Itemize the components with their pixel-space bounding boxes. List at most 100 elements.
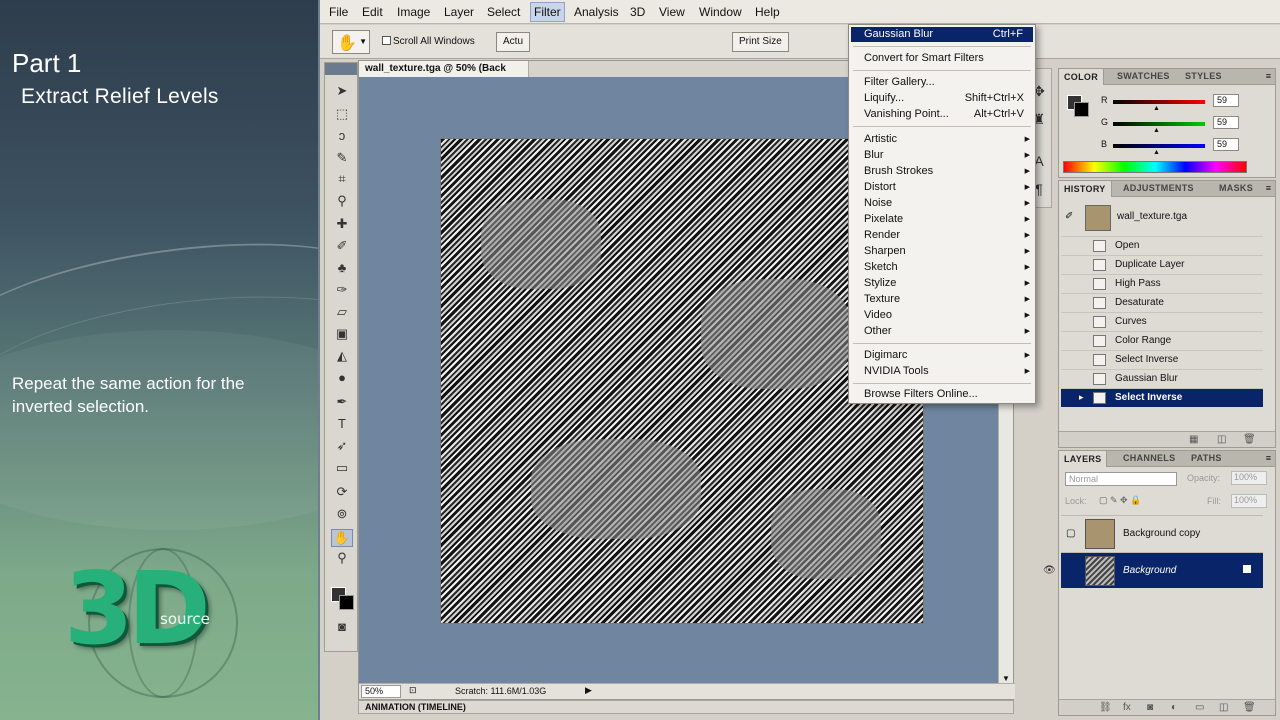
slider-knob-icon[interactable]: ▲ <box>1153 127 1160 134</box>
zoom-tool-icon[interactable]: ⚲ <box>331 550 353 568</box>
channel-value-field[interactable]: 59 <box>1213 138 1239 151</box>
history-state[interactable]: Duplicate Layer <box>1061 255 1263 274</box>
blend-mode-select[interactable]: Normal <box>1065 472 1177 486</box>
status-menu-arrow-icon[interactable]: ▶ <box>585 685 592 696</box>
layer-style-icon[interactable]: fx <box>1123 702 1131 713</box>
eraser-tool-icon[interactable]: ▱ <box>331 304 353 322</box>
menu-analysis[interactable]: Analysis <box>574 5 619 19</box>
layer-row-selected[interactable]: 👁 Background <box>1043 552 1263 588</box>
trash-icon[interactable]: 🗑 <box>1243 702 1256 713</box>
panel-menu-icon[interactable]: ≡ <box>1266 183 1271 193</box>
blur-tool-icon[interactable]: ◭ <box>331 348 353 366</box>
pen-tool-icon[interactable]: ✒ <box>331 394 353 412</box>
menu-item-browse-filters-online[interactable]: Browse Filters Online... <box>864 387 1034 402</box>
tab-channels[interactable]: CHANNELS <box>1123 453 1175 463</box>
menu-item-digimarc[interactable]: Digimarc ▶ <box>864 348 1034 363</box>
dodge-tool-icon[interactable]: ● <box>331 370 353 388</box>
create-snapshot-icon[interactable]: ◫ <box>1217 434 1226 445</box>
history-state[interactable]: Color Range <box>1061 331 1263 350</box>
eyedropper-tool-icon[interactable]: ⚲ <box>331 193 353 211</box>
brush-tool-icon[interactable]: ✐ <box>331 238 353 256</box>
tool-preset-picker[interactable]: ✋ ▼ <box>332 30 370 54</box>
menu-item-blur[interactable]: Blur ▶ <box>864 148 1034 163</box>
channel-value-field[interactable]: 59 <box>1213 116 1239 129</box>
new-layer-icon[interactable]: ◫ <box>1219 702 1228 713</box>
actual-pixels-button[interactable]: Actu <box>496 32 531 52</box>
status-options-icon[interactable]: ⊡ <box>409 685 417 696</box>
menu-item-nvidia-tools[interactable]: NVIDIA Tools ▶ <box>864 364 1034 379</box>
slider-knob-icon[interactable]: ▲ <box>1153 105 1160 112</box>
history-state[interactable]: Select Inverse <box>1061 350 1263 369</box>
move-tool-icon[interactable]: ➤ <box>331 83 353 101</box>
opacity-field[interactable]: 100% <box>1231 471 1267 485</box>
scroll-all-windows-checkbox[interactable]: Scroll All Windows <box>382 36 475 47</box>
menu-item-texture[interactable]: Texture ▶ <box>864 292 1034 307</box>
history-state[interactable]: Open <box>1061 236 1263 255</box>
menu-item-stylize[interactable]: Stylize ▶ <box>864 276 1034 291</box>
menu-item-convert-smart-filters[interactable]: Convert for Smart Filters <box>864 51 1034 66</box>
history-brush-tool-icon[interactable]: ✑ <box>331 282 353 300</box>
history-state[interactable]: High Pass <box>1061 274 1263 293</box>
menu-window[interactable]: Window <box>699 5 742 19</box>
menu-filter[interactable]: Filter <box>530 2 565 22</box>
menu-view[interactable]: View <box>659 5 685 19</box>
print-size-button[interactable]: Print Size <box>732 32 789 52</box>
healing-brush-tool-icon[interactable]: ✚ <box>331 216 353 234</box>
new-document-from-state-icon[interactable]: ▦ <box>1189 434 1198 445</box>
add-mask-icon[interactable]: ◙ <box>1147 702 1153 713</box>
tab-adjustments[interactable]: ADJUSTMENTS <box>1123 183 1194 193</box>
new-group-icon[interactable]: ▭ <box>1195 702 1204 713</box>
document-tab[interactable]: wall_texture.tga @ 50% (Back <box>359 61 529 77</box>
menu-item-distort[interactable]: Distort ▶ <box>864 180 1034 195</box>
menu-item-liquify[interactable]: Liquify... Shift+Ctrl+X <box>864 91 1034 106</box>
3d-orbit-tool-icon[interactable]: ⊚ <box>331 506 353 524</box>
menu-item-vanishing-point[interactable]: Vanishing Point... Alt+Ctrl+V <box>864 107 1034 122</box>
slider-track[interactable] <box>1113 122 1205 126</box>
history-state[interactable]: Curves <box>1061 312 1263 331</box>
layer-visibility-toggle[interactable]: ▢ <box>1066 528 1075 539</box>
history-state-selected[interactable]: ▸ Select Inverse <box>1061 388 1263 407</box>
adjustment-layer-icon[interactable]: ◐ <box>1171 702 1177 713</box>
clone-stamp-tool-icon[interactable]: ♣ <box>331 260 353 278</box>
tab-history[interactable]: HISTORY <box>1059 181 1112 197</box>
tab-swatches[interactable]: SWATCHES <box>1117 71 1170 81</box>
menu-image[interactable]: Image <box>397 5 430 19</box>
menu-item-noise[interactable]: Noise ▶ <box>864 196 1034 211</box>
animation-timeline-panel[interactable]: ANIMATION (TIMELINE) <box>358 700 1014 714</box>
lasso-tool-icon[interactable]: ↄ <box>331 128 353 146</box>
zoom-level-field[interactable]: 50% <box>361 685 401 698</box>
slider-knob-icon[interactable]: ▲ <box>1153 149 1160 156</box>
panel-menu-icon[interactable]: ≡ <box>1266 71 1271 81</box>
tab-styles[interactable]: STYLES <box>1185 71 1222 81</box>
menu-edit[interactable]: Edit <box>362 5 383 19</box>
menu-item-video[interactable]: Video ▶ <box>864 308 1034 323</box>
menu-select[interactable]: Select <box>487 5 520 19</box>
marquee-tool-icon[interactable]: ⬚ <box>331 106 353 124</box>
history-brush-source-icon[interactable]: ✐ <box>1065 211 1073 222</box>
quick-select-tool-icon[interactable]: ✎ <box>331 150 353 168</box>
trash-icon[interactable]: 🗑 <box>1243 434 1256 445</box>
menu-item-sharpen[interactable]: Sharpen ▶ <box>864 244 1034 259</box>
menu-3d[interactable]: 3D <box>630 5 645 19</box>
history-state[interactable]: Desaturate <box>1061 293 1263 312</box>
path-select-tool-icon[interactable]: ➶ <box>331 438 353 456</box>
history-state[interactable]: Gaussian Blur <box>1061 369 1263 388</box>
fill-field[interactable]: 100% <box>1231 494 1267 508</box>
slider-track[interactable] <box>1113 100 1205 104</box>
background-color-swatch[interactable] <box>339 595 354 610</box>
menu-item-render[interactable]: Render ▶ <box>864 228 1034 243</box>
eye-icon[interactable]: 👁 <box>1043 565 1056 576</box>
menu-item-other[interactable]: Other ▶ <box>864 324 1034 339</box>
menu-item-pixelate[interactable]: Pixelate ▶ <box>864 212 1034 227</box>
menu-item-artistic[interactable]: Artistic ▶ <box>864 132 1034 147</box>
background-swatch[interactable] <box>1074 102 1089 117</box>
slider-track[interactable] <box>1113 144 1205 148</box>
crop-tool-icon[interactable]: ⌗ <box>331 171 353 189</box>
tab-color[interactable]: COLOR <box>1059 69 1104 85</box>
menu-file[interactable]: File <box>329 5 348 19</box>
link-layers-icon[interactable]: ⛓ <box>1099 702 1112 713</box>
hand-tool-icon[interactable]: ✋ <box>331 529 353 547</box>
3d-rotate-tool-icon[interactable]: ⟳ <box>331 484 353 502</box>
layer-row[interactable]: ▢ Background copy <box>1061 515 1263 551</box>
menu-layer[interactable]: Layer <box>444 5 474 19</box>
